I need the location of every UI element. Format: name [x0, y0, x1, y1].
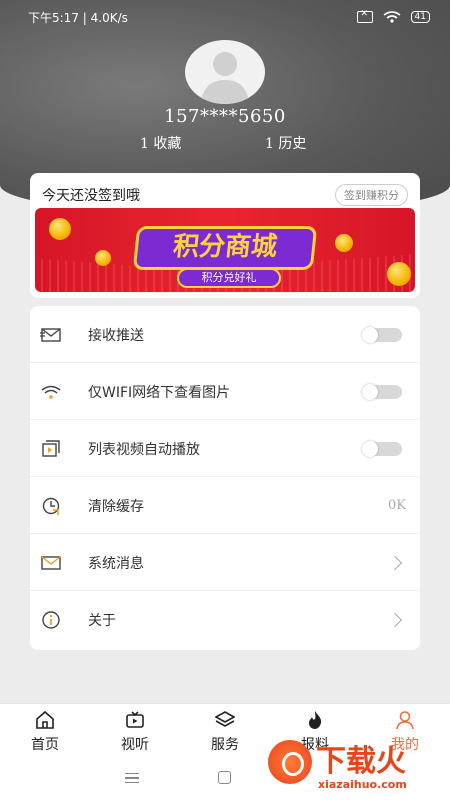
watermark: 下载火 xiazaihuo.com	[268, 738, 448, 798]
wifi-icon	[40, 381, 62, 403]
setting-label: 清除缓存	[88, 498, 144, 515]
home-icon	[36, 710, 54, 729]
banner-subtitle: 积分兑好礼	[177, 268, 281, 288]
tab-media[interactable]: 视听	[90, 704, 180, 757]
status-bar: 下午5:17 | 4.0K/s 41	[0, 0, 450, 34]
watermark-logo-icon	[268, 740, 312, 784]
avatar-placeholder-icon	[201, 52, 249, 104]
avatar[interactable]	[185, 40, 265, 104]
home-button-icon[interactable]	[218, 771, 231, 784]
setting-clear-cache[interactable]: 清除缓存 0K	[30, 477, 420, 534]
chevron-right-icon	[387, 612, 403, 627]
push-toggle[interactable]	[362, 326, 402, 343]
setting-receive-push[interactable]: 接收推送	[30, 306, 420, 363]
watermark-url: xiazaihuo.com	[318, 778, 407, 791]
signin-card: 今天还没签到哦 签到赚积分 积分商城 积分兑好礼	[30, 173, 420, 298]
status-icons: 41	[356, 9, 430, 23]
settings-list: 接收推送 仅WIFI网络下查看图片 列表视频自动播放 清除缓存 0K 系统消息	[30, 306, 420, 650]
tab-home[interactable]: 首页	[0, 704, 90, 757]
user-phone: 157****5650	[164, 106, 286, 127]
setting-label: 系统消息	[88, 555, 144, 572]
battery-indicator: 41	[410, 11, 430, 23]
watermark-brand: 下载火	[316, 744, 406, 779]
wifi-status-icon	[383, 11, 401, 23]
tab-label: 首页	[31, 737, 59, 753]
banner-title: 积分商城	[132, 226, 318, 270]
status-time: 下午5:17 | 4.0K/s	[28, 10, 128, 25]
points-mall-banner[interactable]: 积分商城 积分兑好礼	[35, 208, 415, 292]
cache-size: 0K	[388, 498, 406, 513]
favorites-count[interactable]: 1 收藏	[140, 133, 181, 153]
setting-about[interactable]: 关于	[30, 591, 420, 648]
no-sim-icon	[356, 9, 373, 23]
setting-label: 列表视频自动播放	[88, 441, 200, 458]
signin-button[interactable]: 签到赚积分	[335, 184, 408, 206]
coin-icon	[335, 234, 353, 252]
tab-label: 视听	[121, 737, 149, 753]
setting-system-messages[interactable]: 系统消息	[30, 534, 420, 591]
menu-icon[interactable]	[125, 773, 139, 783]
coin-icon	[95, 250, 111, 266]
setting-label: 关于	[88, 612, 116, 629]
setting-autoplay-video[interactable]: 列表视频自动播放	[30, 420, 420, 477]
video-play-icon	[40, 438, 62, 460]
layers-icon	[215, 711, 235, 727]
coin-icon	[49, 218, 71, 240]
info-icon	[40, 609, 62, 631]
signin-prompt: 今天还没签到哦	[42, 188, 140, 204]
setting-label: 接收推送	[88, 327, 144, 344]
coin-icon	[387, 262, 411, 286]
autoplay-toggle[interactable]	[362, 440, 402, 457]
tv-icon	[126, 711, 144, 728]
history-count[interactable]: 1 历史	[265, 133, 306, 153]
flame-icon	[309, 711, 322, 729]
tab-label: 服务	[211, 737, 239, 753]
tab-services[interactable]: 服务	[180, 704, 270, 757]
mail-icon	[40, 552, 62, 574]
clock-refresh-icon	[40, 495, 62, 517]
setting-wifi-only-images[interactable]: 仅WIFI网络下查看图片	[30, 363, 420, 420]
setting-label: 仅WIFI网络下查看图片	[88, 384, 231, 401]
chevron-right-icon	[387, 555, 403, 570]
wifi-only-toggle[interactable]	[362, 383, 402, 400]
person-icon	[396, 711, 414, 730]
envelope-push-icon	[40, 324, 62, 346]
